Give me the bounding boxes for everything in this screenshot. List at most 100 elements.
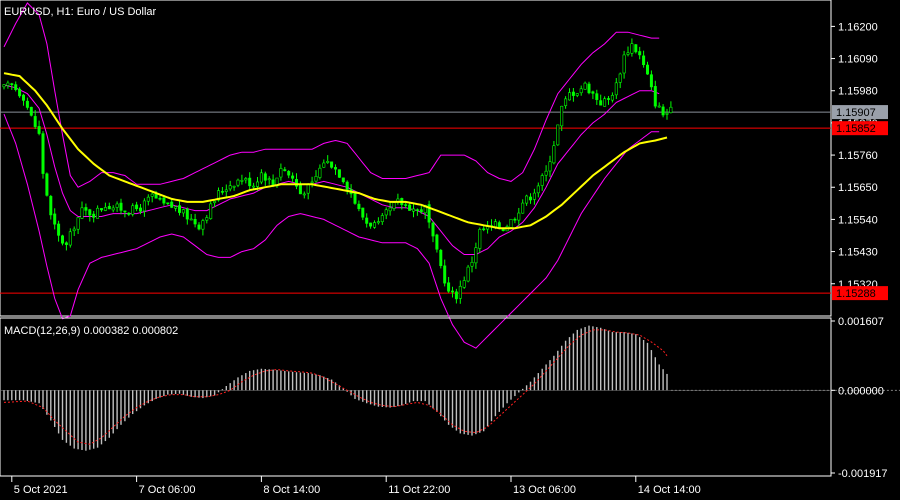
candle-body — [536, 185, 540, 194]
candle-body — [158, 197, 162, 200]
candle-body — [462, 280, 466, 288]
candle-body — [322, 162, 326, 168]
macd-tick-label: -0.001917 — [838, 468, 888, 480]
candle-body — [599, 100, 603, 106]
price-axis[interactable]: 1.162001.160901.159801.158701.157601.156… — [831, 21, 878, 291]
candle-body — [259, 172, 263, 183]
candle-body — [10, 83, 14, 85]
moving-average — [3, 72, 668, 230]
candle-body — [622, 54, 626, 74]
candle-body — [193, 219, 197, 225]
time-tick-label: 7 Oct 06:00 — [139, 484, 196, 496]
candle-body — [642, 55, 646, 66]
candle-body — [372, 222, 376, 228]
candle-body — [263, 173, 267, 181]
candle-body — [197, 224, 201, 230]
macd-tick-label: 0.001607 — [838, 316, 884, 328]
candle-body — [162, 197, 166, 204]
candle-body — [100, 208, 104, 211]
candle-body — [443, 265, 447, 284]
candle-body — [255, 181, 259, 187]
candle-body — [209, 203, 213, 219]
candle-body — [525, 195, 529, 204]
candle-body — [509, 218, 513, 228]
candle-body — [493, 221, 497, 227]
candle-body — [567, 92, 571, 101]
candle-body — [458, 286, 462, 299]
candle-body — [146, 196, 150, 202]
chart-canvas[interactable]: 1.162001.160901.159801.158701.157601.156… — [0, 0, 900, 500]
macd-axis[interactable]: 0.001607 0.000000 -0.001917 — [831, 316, 888, 480]
candle-body — [669, 106, 673, 113]
candle-body — [224, 189, 228, 192]
candle-body — [626, 52, 630, 55]
candle-body — [564, 98, 568, 106]
candle-body — [25, 100, 29, 108]
candle-body — [478, 229, 482, 249]
price-panel-frame — [0, 0, 832, 317]
candle-body — [365, 217, 369, 224]
candle-body — [205, 217, 209, 221]
candle-body — [583, 82, 587, 90]
macd-panel[interactable]: 0.001607 0.000000 -0.001917 MACD(12,26,9) … — [0, 316, 900, 480]
candle-body — [298, 184, 302, 195]
candle-body — [649, 74, 653, 88]
candle-body — [501, 228, 505, 232]
candle-body — [232, 185, 236, 188]
candle-body — [220, 191, 224, 193]
candle-body — [330, 161, 334, 168]
price-level-lines — [0, 111, 831, 294]
candle-body — [552, 145, 556, 164]
candle-body — [415, 209, 419, 211]
candle-body — [571, 91, 575, 96]
candle-body — [431, 222, 435, 237]
candle-body — [283, 169, 287, 172]
candle-body — [450, 290, 454, 293]
candle-body — [60, 235, 64, 244]
candle-body — [353, 193, 357, 204]
candle-body — [271, 179, 275, 186]
price-tick-label: 1.15980 — [838, 86, 878, 98]
price-tag-label: 1.15288 — [836, 288, 876, 300]
candle-body — [49, 196, 53, 216]
candle-body — [665, 113, 669, 115]
candle-body — [610, 95, 614, 101]
candle-body — [2, 84, 6, 88]
candle-body — [521, 202, 525, 214]
price-panel[interactable]: 1.162001.160901.159801.158701.157601.156… — [0, 0, 888, 349]
candle-body — [115, 203, 119, 208]
price-chart-title: EURUSD, H1: Euro / US Dollar — [4, 6, 157, 18]
candle-body — [240, 180, 244, 182]
candle-body — [661, 106, 665, 116]
candle-body — [131, 205, 135, 215]
candle-body — [291, 175, 295, 179]
candle-body — [107, 206, 111, 210]
candle-body — [579, 88, 583, 94]
candle-body — [166, 202, 170, 205]
price-tick-label: 1.15650 — [838, 182, 878, 194]
candle-body — [606, 98, 610, 100]
time-axis[interactable]: 5 Oct 2021 7 Oct 06:00 8 Oct 14:00 11 Oct 2… — [11, 476, 701, 496]
candle-body — [123, 210, 127, 213]
candle-body — [68, 231, 72, 246]
candle-body — [135, 204, 139, 210]
candle-body — [454, 291, 458, 300]
candle-body — [614, 82, 618, 96]
macd-tick-label: 0.000000 — [838, 385, 884, 397]
candle-body — [318, 167, 322, 178]
candle-body — [119, 202, 123, 211]
candle-body — [439, 249, 443, 267]
candle-body — [111, 207, 115, 211]
price-tag-label: 1.15907 — [836, 107, 876, 119]
candle-body — [76, 217, 80, 230]
candle-body — [252, 185, 256, 188]
candle-body — [279, 168, 283, 178]
candle-body — [267, 178, 271, 181]
candle-body — [645, 64, 649, 75]
candle-body — [310, 181, 314, 184]
candle-body — [556, 124, 560, 146]
candle-body — [72, 228, 76, 232]
candle-body — [517, 212, 521, 221]
candle-body — [287, 171, 291, 176]
candle-body — [29, 106, 33, 116]
